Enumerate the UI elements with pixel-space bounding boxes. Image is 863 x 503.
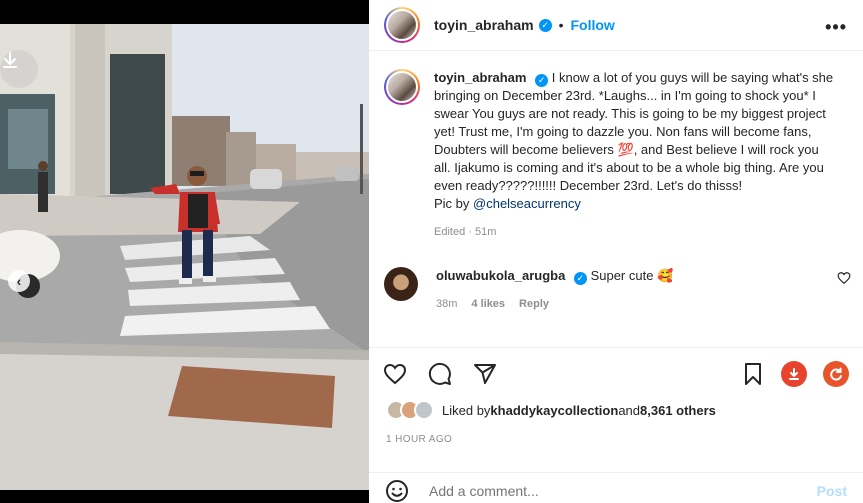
action-bar: [369, 347, 863, 399]
add-comment-bar: Post: [369, 472, 863, 503]
caption-age: 51m: [474, 226, 497, 238]
comment-meta: 38m 4 likes Reply: [436, 295, 673, 313]
post-timestamp[interactable]: 1 HOUR AGO: [386, 434, 452, 445]
carousel-prev-button[interactable]: ‹: [8, 270, 30, 292]
commenter-avatar[interactable]: [384, 267, 418, 301]
save-bookmark-icon[interactable]: [741, 362, 765, 386]
emoji-icon[interactable]: [385, 479, 409, 503]
chevron-left-icon: ‹: [16, 273, 22, 289]
post-detail-panel: toyin_abraham ✓ • Follow ••• toyin_abrah…: [369, 0, 863, 503]
share-paper-plane-icon[interactable]: [473, 362, 497, 386]
more-options-icon[interactable]: •••: [825, 17, 847, 38]
verified-badge-icon: ✓: [573, 271, 587, 285]
meta-separator: ·: [465, 226, 475, 238]
street-scene-image: [0, 24, 369, 490]
commenter-username[interactable]: oluwabukola_arugba: [436, 268, 565, 283]
caption-username[interactable]: toyin_abraham: [434, 70, 526, 85]
liker-avatar[interactable]: [414, 400, 434, 420]
comment-text: Super cute 🥰: [590, 268, 674, 283]
download-button[interactable]: [0, 50, 38, 88]
comment-input[interactable]: [429, 482, 817, 499]
like-heart-icon[interactable]: [383, 362, 407, 386]
verified-badge-icon: ✓: [538, 18, 552, 32]
liked-by-middle: and: [618, 402, 641, 418]
caption-meta: Edited · 51m: [434, 223, 834, 241]
post-photo[interactable]: ‹: [0, 24, 369, 490]
download-icon: [3, 52, 17, 68]
edited-label: Edited: [434, 226, 466, 238]
caption-author-avatar[interactable]: [384, 69, 420, 105]
author-avatar[interactable]: [384, 7, 420, 43]
likes-summary: Liked by khaddykaycollection and 8,361 o…: [386, 400, 716, 420]
liker-avatars: [386, 400, 434, 420]
comment-like-heart-icon[interactable]: [837, 271, 851, 285]
post-caption: toyin_abraham ✓ I know a lot of you guys…: [369, 51, 863, 241]
post-header: toyin_abraham ✓ • Follow •••: [369, 0, 863, 51]
header-separator: •: [558, 17, 564, 33]
liked-by-user[interactable]: khaddykaycollection: [490, 403, 618, 418]
extension-download-icon[interactable]: [781, 360, 807, 387]
liked-by-others[interactable]: 8,361 others: [640, 403, 716, 418]
comment-reply-button[interactable]: Reply: [519, 295, 549, 313]
caption-text: I know a lot of you guys will be saying …: [434, 70, 834, 193]
follow-button[interactable]: Follow: [571, 17, 615, 33]
comment-likes[interactable]: 4 likes: [471, 295, 505, 313]
comment-time: 38m: [436, 298, 458, 310]
caption-credit-prefix: Pic by: [434, 196, 474, 211]
credit-mention-link[interactable]: @chelseacurrency: [473, 196, 581, 211]
comment-body: oluwabukola_arugba ✓ Super cute 🥰 38m 4 …: [436, 267, 673, 313]
extension-refresh-icon[interactable]: [823, 360, 849, 387]
comment-bubble-icon[interactable]: [428, 362, 452, 386]
verified-badge-icon: ✓: [535, 73, 549, 87]
post-comment-button[interactable]: Post: [817, 483, 847, 499]
comment-item: oluwabukola_arugba ✓ Super cute 🥰 38m 4 …: [369, 241, 863, 313]
caption-body: toyin_abraham ✓ I know a lot of you guys…: [434, 69, 834, 241]
author-username[interactable]: toyin_abraham: [434, 17, 534, 33]
liked-by-prefix: Liked by: [442, 402, 491, 418]
